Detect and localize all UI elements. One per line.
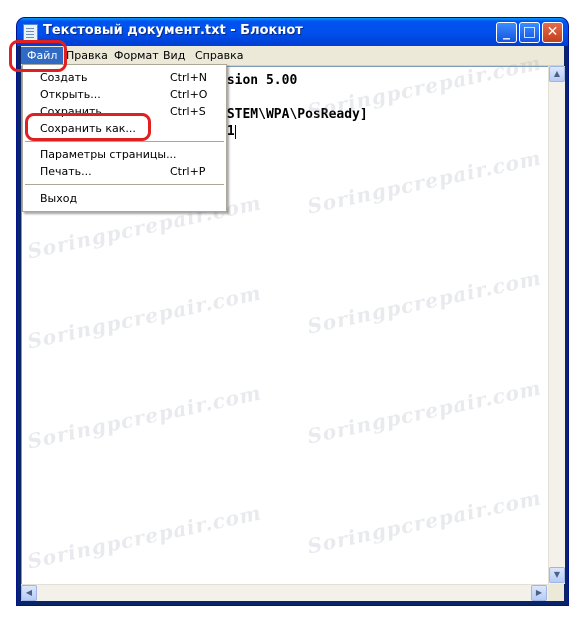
menu-item-shortcut: Ctrl+O: [170, 88, 208, 101]
arrow-down-icon: ▼: [553, 570, 561, 579]
close-icon: ✕: [546, 24, 559, 40]
editor-line-1: rsion 5.00: [219, 73, 298, 88]
arrow-left-icon: ◀: [25, 588, 33, 597]
menu-item-page-setup[interactable]: Параметры страницы...: [23, 146, 226, 163]
scroll-up-button[interactable]: ▲: [549, 66, 565, 82]
menu-separator: [25, 184, 224, 185]
close-button[interactable]: ✕: [542, 22, 563, 43]
menu-item-label: Параметры страницы...: [40, 148, 177, 161]
menu-item-label: Выход: [40, 192, 78, 205]
menu-item-shortcut: Ctrl+S: [170, 105, 206, 118]
size-grip[interactable]: [548, 584, 564, 600]
arrow-right-icon: ▶: [535, 588, 543, 597]
menu-separator: [25, 141, 224, 142]
maximize-icon: □: [522, 24, 537, 40]
title-bar[interactable]: Текстовый документ.txt - Блокнот _ □ ✕: [17, 18, 568, 46]
menu-item-label: Печать...: [40, 165, 92, 178]
window-title: Текстовый документ.txt - Блокнот: [43, 23, 303, 38]
scroll-down-button[interactable]: ▼: [549, 567, 565, 583]
menu-format[interactable]: Формат: [114, 48, 159, 63]
scroll-left-button[interactable]: ◀: [21, 585, 37, 601]
horizontal-scrollbar[interactable]: ◀ ▶: [21, 584, 548, 601]
menu-view[interactable]: Вид: [163, 48, 185, 63]
arrow-up-icon: ▲: [553, 69, 561, 78]
menu-item-exit[interactable]: Выход: [23, 190, 226, 207]
menu-item-label: Открыть...: [40, 88, 101, 101]
menu-help[interactable]: Справка: [195, 48, 243, 63]
menu-edit[interactable]: Правка: [66, 48, 108, 63]
scroll-right-button[interactable]: ▶: [531, 585, 547, 601]
minimize-button[interactable]: _: [496, 22, 517, 43]
maximize-button[interactable]: □: [519, 22, 540, 43]
menu-item-open[interactable]: Открыть... Ctrl+O: [23, 86, 226, 103]
menu-item-shortcut: Ctrl+P: [170, 165, 206, 178]
vertical-scrollbar[interactable]: ▲ ▼: [548, 66, 565, 584]
text-caret: [235, 125, 236, 139]
menu-item-print[interactable]: Печать... Ctrl+P: [23, 163, 226, 180]
highlight-file-menu: [9, 40, 67, 72]
minimize-icon: _: [503, 24, 510, 40]
menu-item-shortcut: Ctrl+N: [170, 71, 208, 84]
highlight-save-as: [25, 113, 151, 141]
